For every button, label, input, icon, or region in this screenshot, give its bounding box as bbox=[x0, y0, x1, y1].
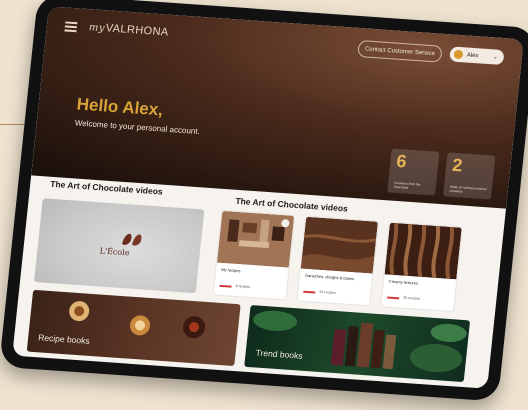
brand-logo[interactable]: myVALRHONA bbox=[88, 21, 169, 39]
recipe-card[interactable]: Creamy textures 30 recipes bbox=[381, 222, 462, 312]
card-count: 44 recipes bbox=[319, 289, 337, 295]
stat-number: 2 bbox=[451, 154, 464, 176]
video-ecole-card[interactable]: L'École bbox=[34, 198, 205, 294]
tablet-screen: myVALRHONA Contact Customer Service Alex… bbox=[12, 6, 524, 389]
bonbons-image bbox=[69, 301, 206, 339]
menu-icon[interactable] bbox=[64, 21, 78, 32]
card-label: Creamy textures bbox=[388, 278, 419, 286]
trend-books-image bbox=[253, 310, 467, 373]
card-accent-bar bbox=[303, 290, 316, 294]
card-label: Ganaches, doughs & bases bbox=[304, 272, 355, 282]
brand-prefix: my bbox=[88, 22, 106, 35]
card-accent-bar bbox=[387, 296, 400, 299]
recipe-books-card[interactable]: Recipe books bbox=[26, 289, 241, 367]
chevron-down-icon: ⌄ bbox=[492, 54, 499, 61]
creamy-texture-thumbnail bbox=[384, 222, 462, 280]
chocolate-tools-thumbnail bbox=[216, 210, 295, 268]
card-count: 8 recipes bbox=[235, 283, 251, 289]
welcome-text: Welcome to your personal account. bbox=[74, 118, 201, 137]
greeting-heading: Hello Alex, bbox=[75, 94, 164, 120]
card-accent-bar bbox=[219, 284, 232, 288]
ecole-logo-text: L'École bbox=[99, 246, 130, 258]
user-menu[interactable]: Alex ⌄ bbox=[449, 46, 505, 66]
contact-customer-service-button[interactable]: Contact Customer Service bbox=[357, 39, 443, 63]
card-label: My recipes bbox=[220, 266, 241, 274]
stat-caption: Made on Valrhona kitchen creations bbox=[449, 184, 487, 194]
brand-name: VALRHONA bbox=[105, 22, 170, 39]
user-name: Alex bbox=[466, 52, 479, 59]
trend-books-card[interactable]: Trend books bbox=[244, 305, 471, 383]
recipe-card[interactable]: My recipes 8 recipes bbox=[213, 210, 295, 300]
stat-number: 6 bbox=[395, 150, 408, 172]
tablet-device: myVALRHONA Contact Customer Service Alex… bbox=[0, 0, 528, 402]
stat-caption: Creations from the Essentials bbox=[393, 180, 421, 190]
hero-banner: myVALRHONA Contact Customer Service Alex… bbox=[31, 6, 524, 209]
recipe-card[interactable]: Ganaches, doughs & bases 44 recipes bbox=[297, 216, 379, 306]
avatar-icon bbox=[453, 49, 464, 60]
ganache-thumbnail bbox=[300, 216, 379, 274]
stat-card[interactable]: 2 Made on Valrhona kitchen creations bbox=[442, 152, 496, 200]
stat-card[interactable]: 6 Creations from the Essentials bbox=[387, 148, 440, 196]
card-count: 30 recipes bbox=[402, 295, 420, 301]
section-title-right: The Art of Chocolate videos bbox=[234, 195, 349, 214]
